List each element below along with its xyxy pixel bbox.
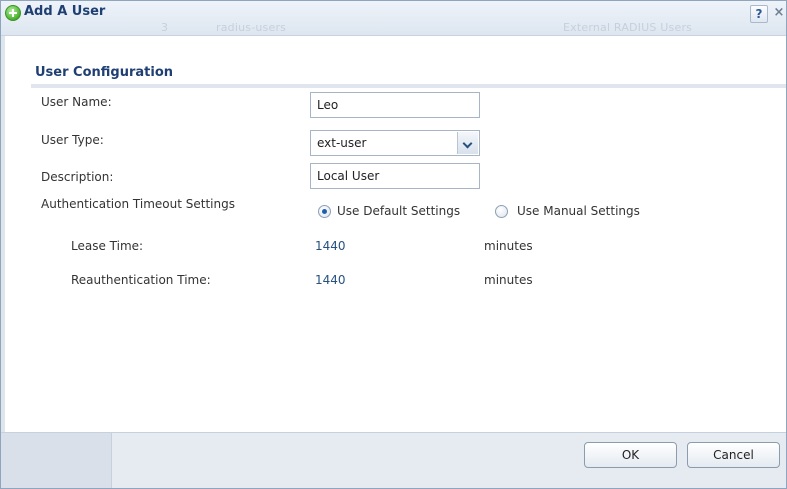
- lease-time-unit: minutes: [484, 239, 533, 253]
- ok-button[interactable]: OK: [584, 442, 677, 468]
- user-name-input[interactable]: Leo: [310, 92, 480, 118]
- background-ghost-text: External RADIUS Users: [563, 21, 693, 34]
- user-type-label: User Type:: [41, 133, 104, 147]
- dialog-content: User Configuration User Name: Leo User T…: [1, 36, 786, 433]
- close-button[interactable]: ×: [772, 5, 786, 21]
- user-type-select[interactable]: ext-user: [310, 130, 480, 156]
- dialog-title: Add A User: [24, 4, 106, 19]
- reauth-time-label: Reauthentication Time:: [71, 273, 211, 287]
- auth-timeout-label: Authentication Timeout Settings: [41, 197, 235, 211]
- chevron-down-icon[interactable]: [457, 132, 478, 154]
- lease-time-value: 1440: [315, 239, 346, 253]
- section-title: User Configuration: [35, 65, 174, 80]
- description-label: Description:: [41, 170, 114, 184]
- add-user-dialog: radius-users 3 External RADIUS Users Add…: [0, 0, 787, 489]
- background-ghost-text: radius-users: [216, 21, 287, 34]
- manual-settings-label[interactable]: Use Manual Settings: [517, 204, 640, 218]
- dialog-titlebar: radius-users 3 External RADIUS Users Add…: [1, 1, 786, 36]
- cancel-button[interactable]: Cancel: [687, 442, 780, 468]
- user-type-value: ext-user: [317, 136, 367, 150]
- reauth-time-unit: minutes: [484, 273, 533, 287]
- background-ghost-text: 3: [161, 21, 169, 34]
- reauth-time-value: 1440: [315, 273, 346, 287]
- dialog-footer: OK Cancel: [1, 432, 786, 488]
- footer-side-panel: [1, 433, 112, 488]
- default-settings-label[interactable]: Use Default Settings: [337, 204, 460, 218]
- lease-time-label: Lease Time:: [71, 239, 144, 253]
- manual-settings-radio[interactable]: [495, 205, 508, 218]
- user-name-label: User Name:: [41, 95, 112, 109]
- help-button[interactable]: ?: [750, 5, 768, 23]
- add-user-icon: [5, 5, 21, 21]
- description-input[interactable]: Local User: [310, 163, 480, 189]
- default-settings-radio[interactable]: [318, 205, 331, 218]
- section-divider: [31, 84, 786, 88]
